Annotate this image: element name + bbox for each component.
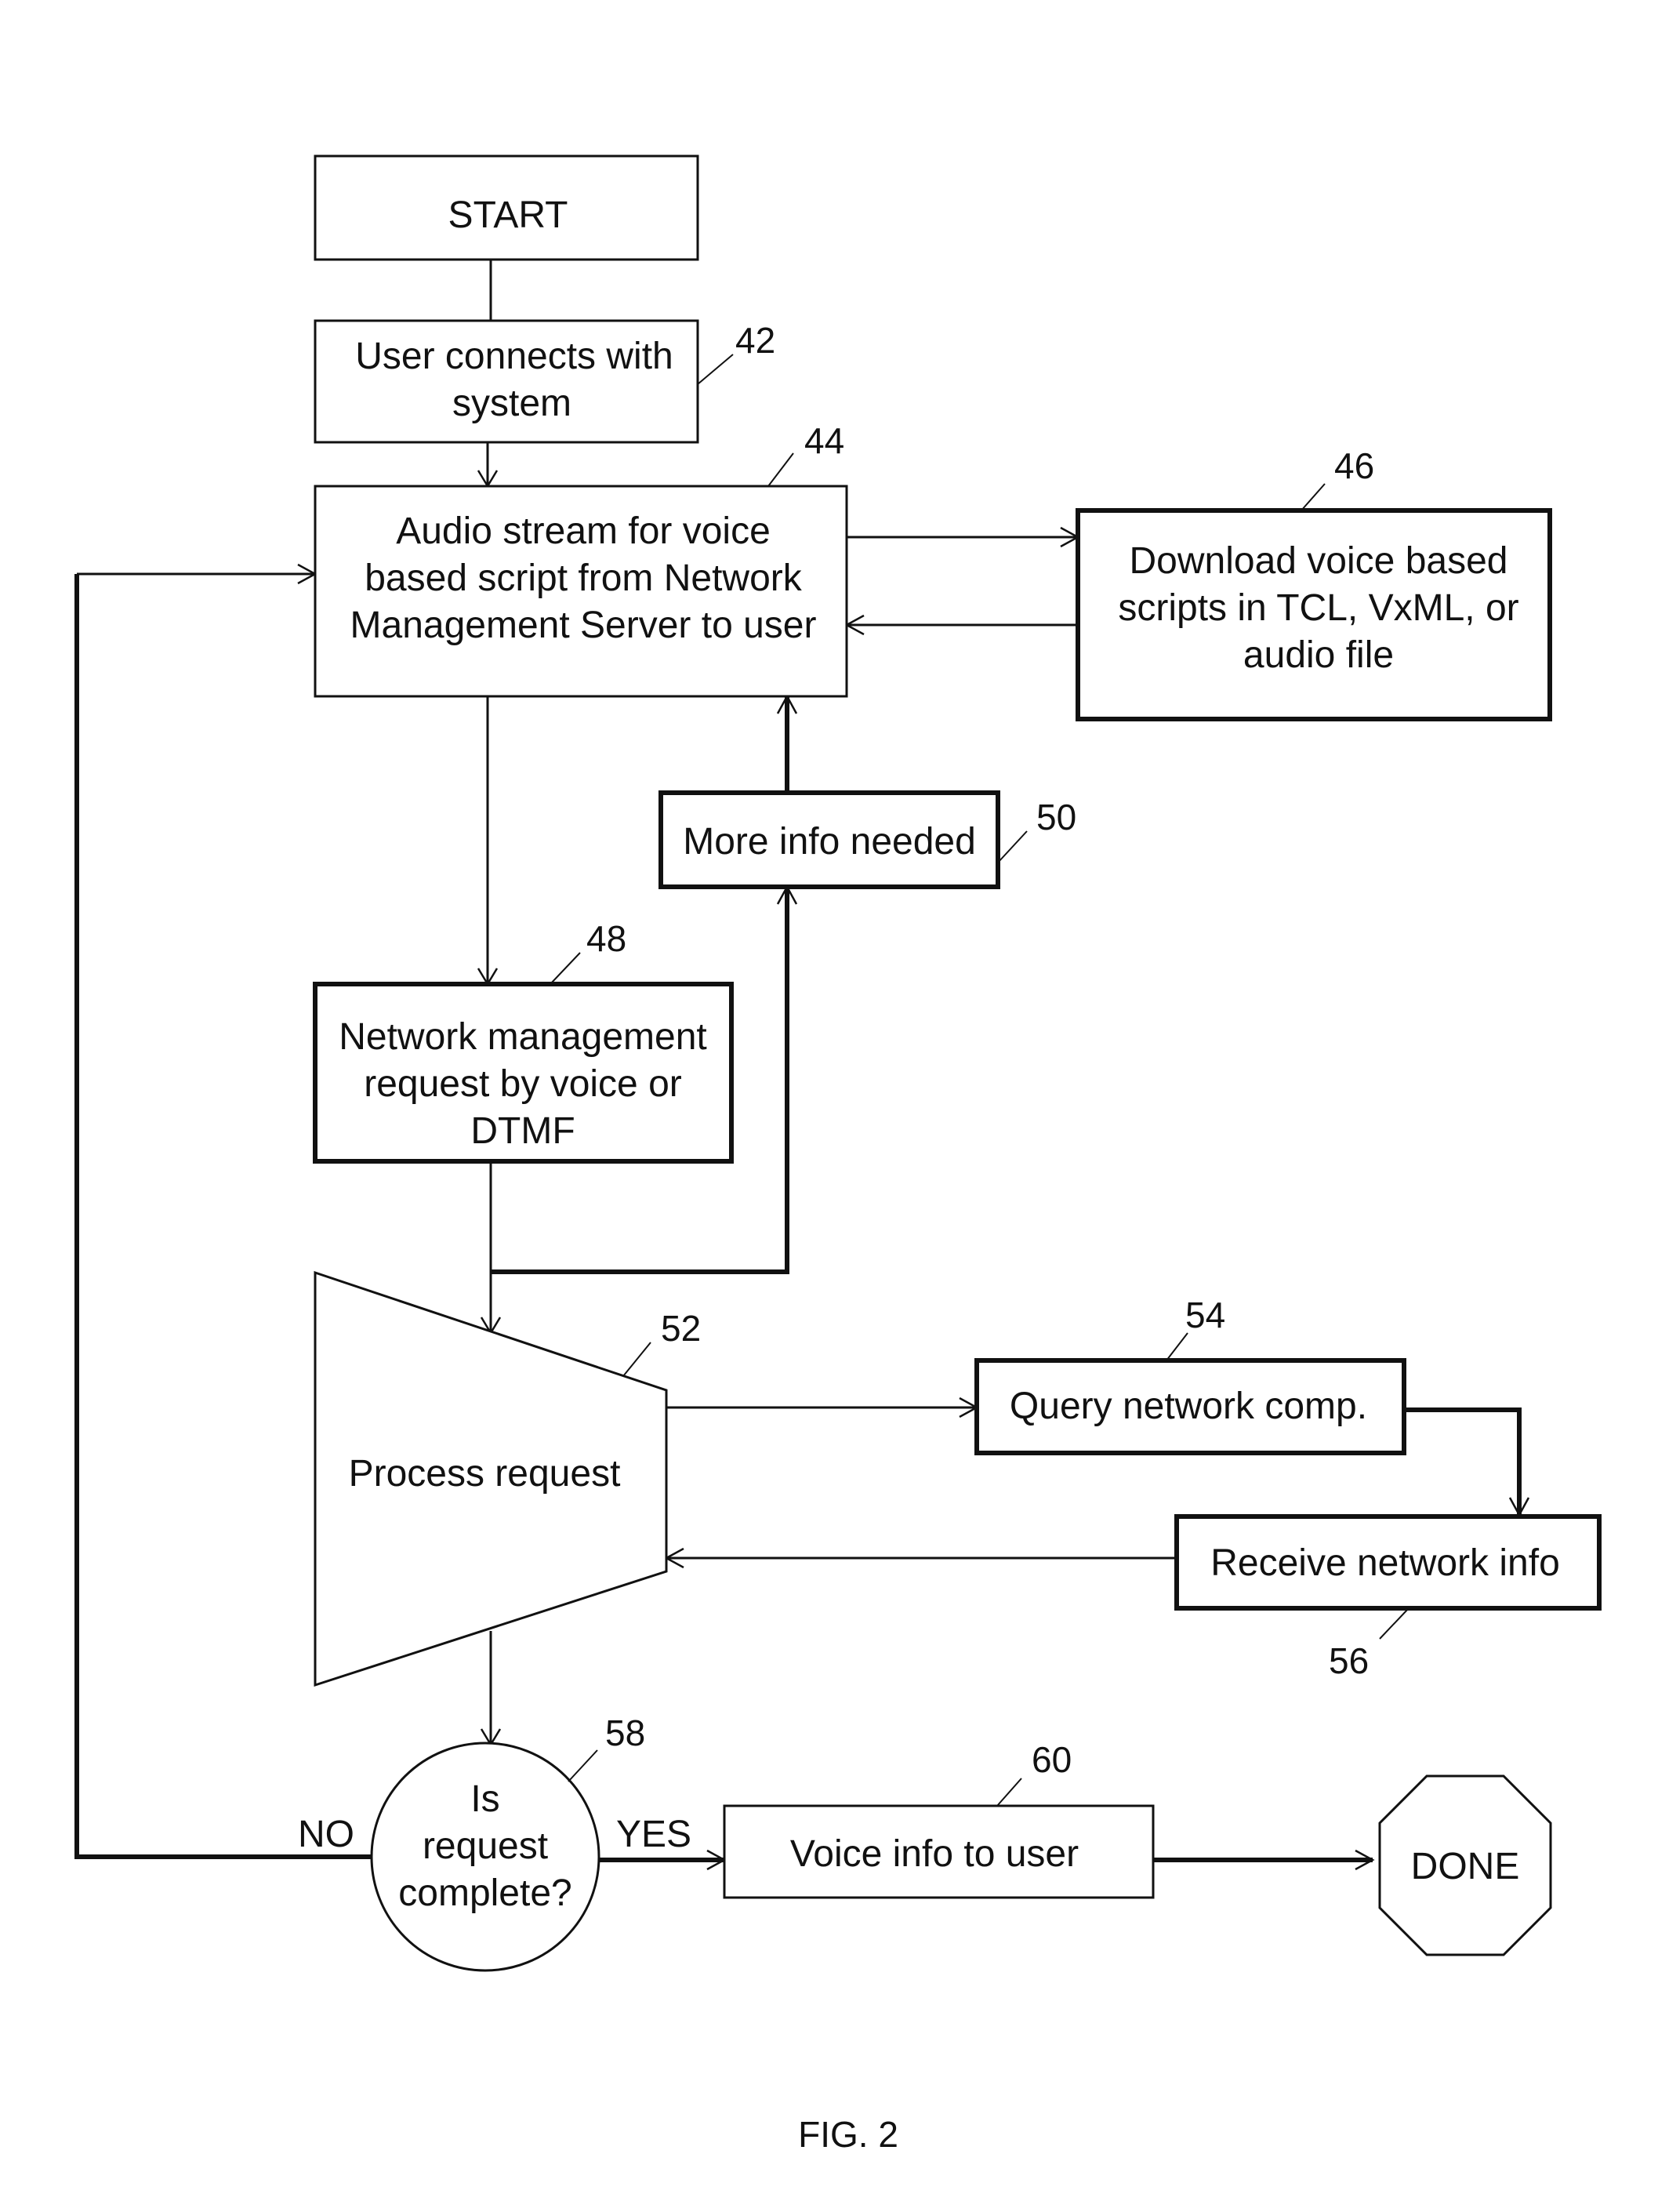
ref-leader-44	[767, 452, 794, 487]
node-done: DONE	[1378, 1774, 1552, 1956]
audio-stream-line-1: Audio stream for voice	[396, 510, 771, 552]
user-connects-line-2: system	[452, 383, 571, 424]
node-44-audio-stream: Audio stream for voice based script from…	[314, 420, 848, 698]
node-start: START	[314, 154, 699, 261]
download-scripts-line-2: scripts in TCL, VxML, or	[1118, 587, 1518, 629]
done-label: DONE	[1411, 1846, 1520, 1887]
node-52-process-request: Process request 52	[314, 1270, 701, 1687]
node-50-more-info: More info needed 50	[658, 790, 1076, 889]
ref-leader-60	[996, 1778, 1022, 1807]
ref-number-44: 44	[804, 420, 844, 461]
node-58-decision: Is request complete? 58 NO YES	[298, 1713, 691, 1972]
ref-number-42: 42	[735, 320, 775, 361]
node-56-receive-network: Receive network info 56	[1174, 1514, 1602, 1681]
flowchart: START User connects with system 42 Audio…	[74, 154, 1602, 2155]
node-60-voice-info: Voice info to user 60	[723, 1739, 1155, 1899]
connector-54-to-56	[1404, 1407, 1522, 1515]
voice-info-label: Voice info to user	[790, 1833, 1079, 1875]
ref-number-56: 56	[1329, 1640, 1369, 1681]
download-scripts-line-3: audio file	[1243, 634, 1394, 676]
node-48-network-request: Network management request by voice or D…	[313, 918, 734, 1164]
ref-number-50: 50	[1036, 797, 1076, 837]
ref-leader-42	[697, 354, 734, 385]
download-scripts-line-1: Download voice based	[1130, 540, 1508, 582]
ref-leader-58	[568, 1749, 598, 1782]
process-request-label: Process request	[349, 1453, 621, 1495]
ref-leader-48	[550, 952, 581, 985]
ref-leader-46	[1301, 483, 1326, 511]
network-request-line-3: DTMF	[470, 1110, 575, 1152]
node-42-user-connects: User connects with system 42	[314, 319, 775, 444]
more-info-label: More info needed	[683, 821, 976, 863]
ref-number-54: 54	[1185, 1295, 1225, 1335]
receive-network-label: Receive network info	[1210, 1542, 1560, 1584]
edge-label-no: NO	[298, 1814, 354, 1855]
ref-leader-52	[622, 1342, 651, 1377]
network-request-line-2: request by voice or	[364, 1063, 682, 1105]
ref-leader-54	[1166, 1332, 1188, 1361]
user-connects-line-1: User connects with	[355, 336, 673, 377]
decision-line-1: Is	[470, 1778, 499, 1820]
query-network-label: Query network comp.	[1010, 1386, 1367, 1427]
decision-line-2: request	[423, 1825, 548, 1867]
audio-stream-line-3: Management Server to user	[350, 605, 817, 646]
ref-number-58: 58	[605, 1713, 645, 1753]
edge-label-yes: YES	[616, 1814, 691, 1855]
figure-caption: FIG. 2	[798, 2114, 898, 2155]
ref-leader-50	[997, 830, 1028, 863]
ref-number-48: 48	[586, 918, 626, 959]
ref-number-52: 52	[661, 1308, 701, 1349]
ref-number-60: 60	[1032, 1739, 1072, 1780]
node-54-query-network: Query network comp. 54	[974, 1295, 1406, 1455]
start-label: START	[448, 194, 568, 236]
ref-leader-56	[1379, 1607, 1409, 1640]
network-request-line-1: Network management	[339, 1016, 707, 1058]
node-46-download-scripts: Download voice based scripts in TCL, VxM…	[1076, 445, 1552, 721]
decision-line-3: complete?	[398, 1872, 571, 1914]
ref-number-46: 46	[1334, 445, 1374, 486]
audio-stream-line-2: based script from Network	[365, 558, 803, 599]
